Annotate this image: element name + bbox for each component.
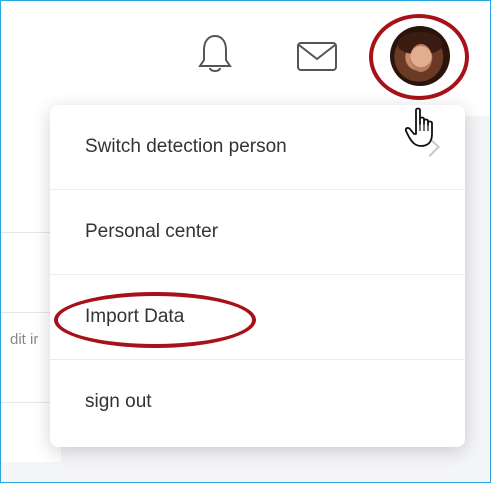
menu-item-label: Personal center <box>85 221 219 242</box>
import-data-highlight-ring <box>54 292 256 348</box>
menu-item-switch-detection-person[interactable]: Switch detection person <box>50 105 465 190</box>
avatar-highlight-ring <box>369 14 469 100</box>
user-dropdown-menu: Switch detection person Personal center … <box>50 105 465 447</box>
menu-item-label: Switch detection person <box>85 136 287 157</box>
menu-item-personal-center[interactable]: Personal center <box>50 190 465 275</box>
menu-item-sign-out[interactable]: sign out <box>50 360 465 445</box>
hand-cursor-icon <box>404 106 442 150</box>
background-text: dit ir <box>10 331 39 348</box>
mail-icon[interactable] <box>296 40 338 74</box>
bell-icon[interactable] <box>198 33 232 75</box>
menu-item-label: sign out <box>85 391 152 412</box>
